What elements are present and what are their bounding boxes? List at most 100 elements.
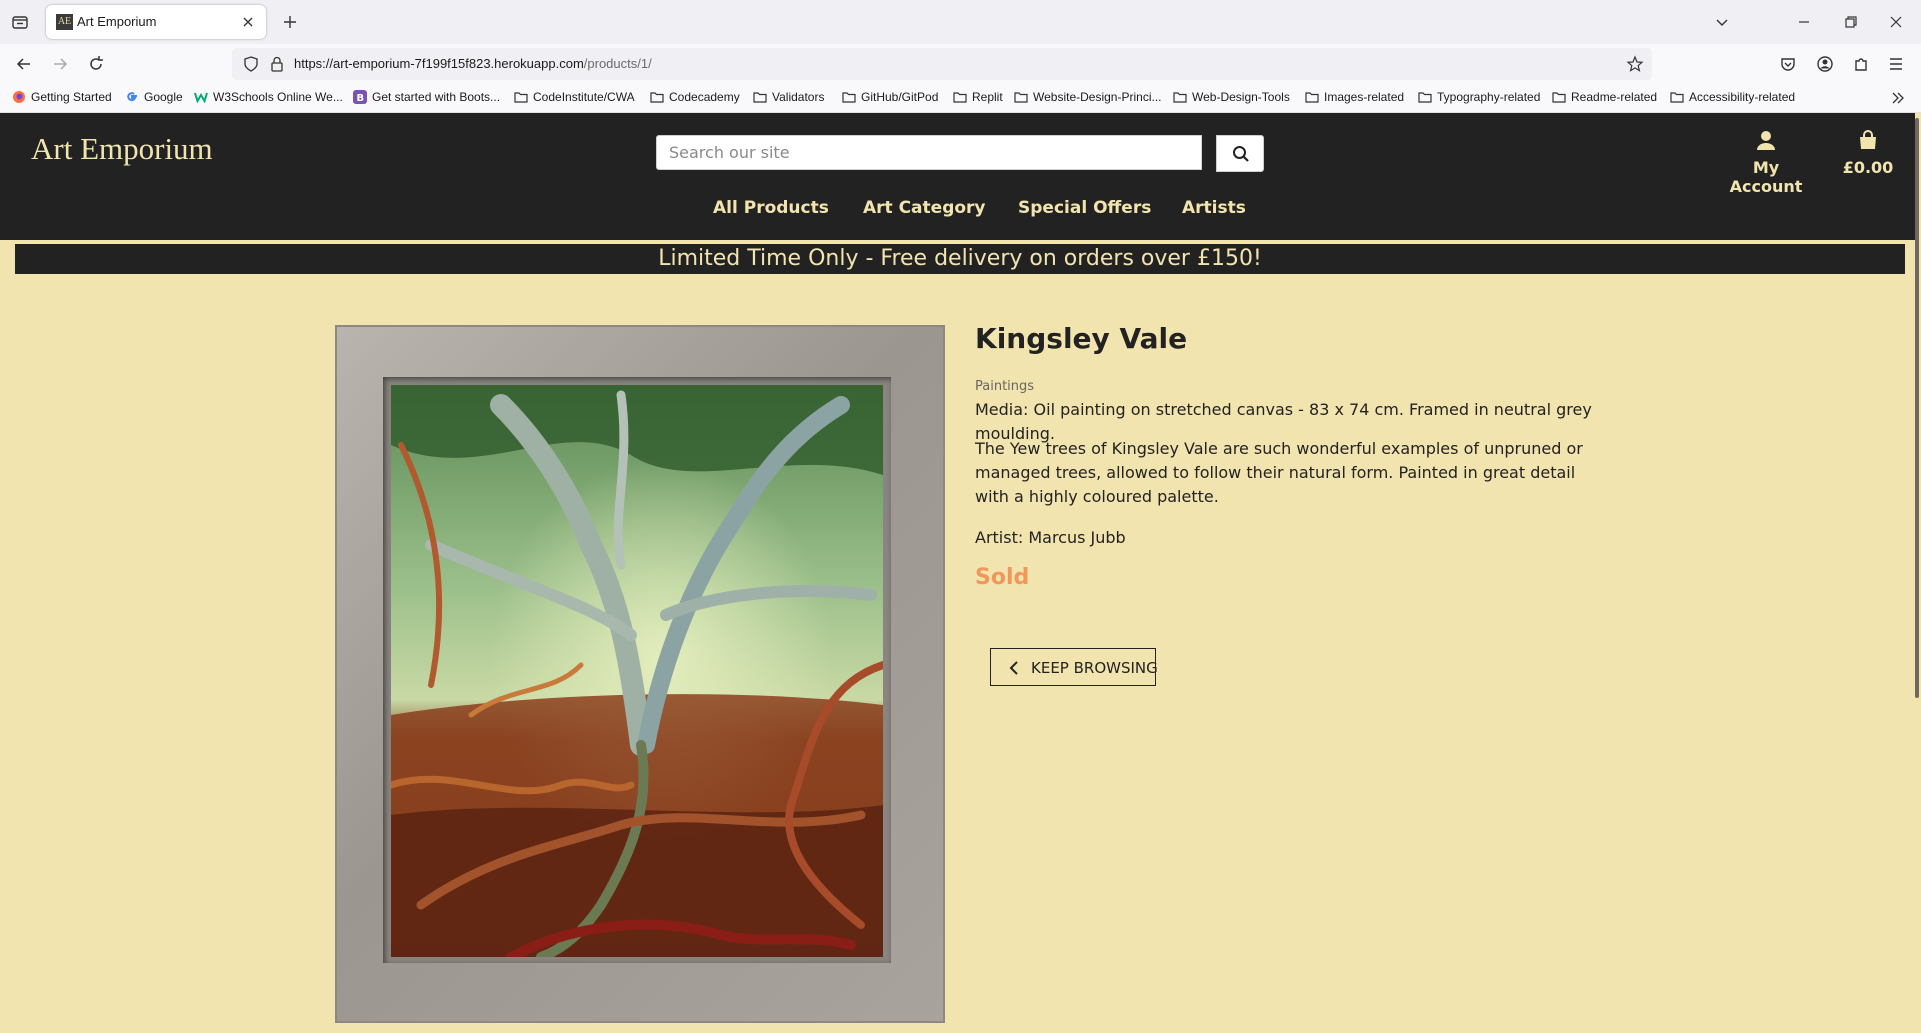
bookmark-label: Typography-related [1437, 90, 1541, 104]
folder-icon [514, 90, 528, 104]
bookmark-label: Replit [972, 90, 1003, 104]
tab-overflow-chevron-icon[interactable] [1712, 12, 1732, 32]
browser-tab[interactable]: AE Art Emporium [46, 5, 266, 39]
bookmark-label: Readme-related [1571, 90, 1658, 104]
folder-icon [650, 90, 664, 104]
bookmark-item[interactable]: W3Schools Online We... [194, 90, 343, 106]
chevron-left-icon [1009, 661, 1018, 675]
bookmark-label: Google [144, 90, 183, 104]
folder-icon [1418, 90, 1432, 104]
tab-list-icon[interactable] [10, 12, 30, 32]
bookmarks-overflow-chevron-icon[interactable] [1889, 89, 1907, 107]
url-bar[interactable]: https://art-emporium-7f199f15f823.heroku… [232, 48, 1652, 80]
folder-icon [1305, 90, 1319, 104]
user-icon [1757, 131, 1775, 150]
bookmark-item[interactable]: Codecademy [650, 90, 740, 106]
bookmark-item[interactable]: Getting Started [12, 90, 112, 106]
firefox-icon [12, 90, 26, 104]
bookmark-item[interactable]: B Get started with Boots... [353, 90, 500, 106]
product-artist: Artist: Marcus Jubb [975, 528, 1126, 547]
product-title: Kingsley Vale [975, 322, 1188, 355]
bookmark-item[interactable]: Replit [953, 90, 1003, 106]
keep-browsing-label: Keep Browsing [1031, 659, 1158, 677]
shopping-bag-link[interactable]: £0.00 [1840, 129, 1896, 177]
bookmark-item[interactable]: Google [125, 90, 183, 106]
bookmark-label: W3Schools Online We... [213, 90, 343, 104]
bookmark-item[interactable]: Readme-related [1552, 90, 1657, 106]
w3schools-icon [194, 90, 208, 104]
search-icon [1233, 146, 1249, 162]
bookmark-label: GitHub/GitPod [861, 90, 939, 104]
nav-all-products[interactable]: All Products [713, 198, 829, 218]
nav-special-offers[interactable]: Special Offers [1018, 198, 1151, 218]
url-host: https://art-emporium-7f199f15f823.heroku… [294, 56, 584, 71]
nav-artists[interactable]: Artists [1182, 198, 1246, 218]
restore-icon[interactable] [1841, 12, 1861, 32]
folder-icon [1173, 90, 1187, 104]
url-text[interactable]: https://art-emporium-7f199f15f823.heroku… [294, 56, 652, 71]
bag-total: £0.00 [1842, 158, 1894, 177]
folder-icon [953, 90, 967, 104]
new-tab-plus-icon[interactable] [280, 12, 300, 32]
shopping-bag-icon [1860, 130, 1876, 149]
google-icon [125, 90, 139, 104]
bookmark-item[interactable]: CodeInstitute/CWA [514, 90, 635, 106]
bookmark-label: Website-Design-Princi... [1033, 90, 1162, 104]
product-image-frame[interactable] [335, 325, 945, 1023]
account-circle-icon[interactable] [1815, 54, 1835, 74]
browser-toolbar: https://art-emporium-7f199f15f823.heroku… [0, 44, 1921, 84]
sold-status: Sold [975, 565, 1030, 590]
product-category-link[interactable]: Paintings [975, 379, 1034, 394]
folder-icon [753, 90, 767, 104]
bookmark-label: Accessibility-related [1689, 90, 1796, 104]
forward-arrow-icon[interactable] [50, 54, 70, 74]
product-painting-image [391, 385, 883, 957]
nav-art-category[interactable]: Art Category [863, 198, 986, 218]
bookmark-star-icon[interactable] [1626, 55, 1644, 73]
site-favicon-icon: AE [56, 14, 73, 30]
folder-icon [842, 90, 856, 104]
main-nav: All Products Art Category Special Offers… [0, 198, 1915, 228]
bookmark-item[interactable]: Typography-related [1418, 90, 1540, 106]
promo-banner: Limited Time Only - Free delivery on ord… [15, 244, 1905, 274]
extensions-puzzle-icon[interactable] [1851, 54, 1871, 74]
my-account-label: My Account [1729, 158, 1803, 196]
bookmark-item[interactable]: Web-Design-Tools [1173, 90, 1290, 106]
back-arrow-icon[interactable] [14, 54, 34, 74]
reload-icon[interactable] [86, 54, 106, 74]
browser-tabstrip: AE Art Emporium [0, 0, 1921, 44]
folder-icon [1552, 90, 1566, 104]
bookmarks-bar: Getting Started Google W3Schools Online We… [0, 84, 1921, 113]
window-close-icon[interactable] [1886, 12, 1906, 32]
close-icon[interactable] [240, 14, 256, 30]
site-logo[interactable]: Art Emporium [31, 131, 213, 167]
bookmark-label: Web-Design-Tools [1192, 90, 1290, 104]
folder-icon [1014, 90, 1028, 104]
bookmark-item[interactable]: Accessibility-related [1670, 90, 1795, 106]
bookmark-label: Get started with Boots... [372, 90, 501, 104]
pocket-icon[interactable] [1778, 54, 1798, 74]
my-account-link[interactable]: My Account [1718, 129, 1814, 196]
site-header: Art Emporium My Account £0.00 All Produc… [0, 113, 1915, 240]
bookmark-item[interactable]: GitHub/GitPod [842, 90, 938, 106]
keep-browsing-button[interactable]: Keep Browsing [990, 648, 1158, 686]
search-button[interactable] [1216, 135, 1264, 172]
bookmark-label: CodeInstitute/CWA [533, 90, 635, 104]
url-path: /products/1/ [583, 56, 652, 71]
minimize-icon[interactable] [1794, 12, 1814, 32]
bookmark-label: Images-related [1324, 90, 1405, 104]
bookmark-label: Validators [772, 90, 825, 104]
bookmark-item[interactable]: Images-related [1305, 90, 1404, 106]
search-input[interactable] [656, 135, 1202, 170]
tracking-shield-icon[interactable] [242, 55, 260, 73]
tab-title: Art Emporium [77, 14, 157, 29]
bookmark-item[interactable]: Website-Design-Princi... [1014, 90, 1161, 106]
svg-text:B: B [357, 93, 365, 104]
page-scrollbar-thumb[interactable] [1915, 118, 1919, 698]
bootstrap-icon: B [353, 90, 367, 104]
lock-icon[interactable] [268, 55, 286, 73]
bookmark-item[interactable]: Validators [753, 90, 824, 106]
hamburger-menu-icon[interactable] [1886, 54, 1906, 74]
product-description: The Yew trees of Kingsley Vale are such … [975, 439, 1583, 506]
bookmark-label: Getting Started [31, 90, 112, 104]
